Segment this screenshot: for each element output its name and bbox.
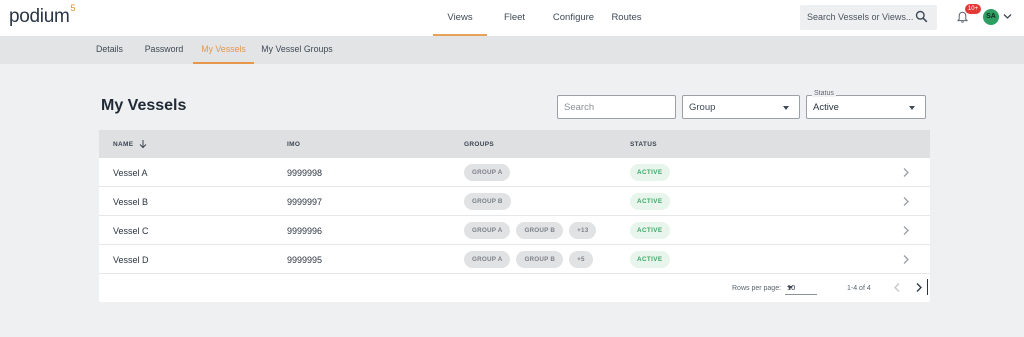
nav-fleet[interactable]: Fleet	[487, 0, 542, 36]
tab-my-vessel-groups[interactable]: My Vessel Groups	[259, 36, 335, 64]
table-row[interactable]: Vessel B 9999997 GROUP B ACTIVE	[99, 187, 930, 216]
vessel-name: Vessel B	[113, 197, 149, 207]
search-icon[interactable]	[915, 10, 928, 23]
table-row[interactable]: Vessel D 9999995 GROUP A GROUP B +5 ACTI…	[99, 245, 930, 274]
status-select-label: Status	[812, 90, 836, 97]
global-search-input[interactable]: Search Vessels or Views...	[800, 5, 937, 30]
status-select-value: Active	[813, 102, 839, 113]
search-input[interactable]: Search	[557, 95, 676, 119]
status-badge: ACTIVE	[630, 222, 670, 239]
dropdown-arrow-icon	[783, 106, 789, 110]
vessel-imo: 9999998	[287, 168, 323, 178]
status-badge: ACTIVE	[630, 251, 670, 268]
column-header-groups: GROUPS	[464, 141, 494, 148]
table-row[interactable]: Vessel A 9999998 GROUP A ACTIVE	[99, 158, 930, 187]
vessel-groups: GROUP A GROUP B +5	[464, 251, 593, 268]
group-placeholder: Group	[689, 102, 716, 113]
group-chip: GROUP A	[464, 164, 511, 181]
sort-arrow-down-icon[interactable]	[139, 139, 147, 149]
status-badge: ACTIVE	[630, 193, 670, 210]
nav-routes[interactable]: Routes	[605, 0, 648, 36]
vessel-imo: 9999997	[287, 197, 323, 207]
notification-badge: 10+	[965, 4, 981, 14]
chevron-right-icon[interactable]	[902, 225, 910, 236]
previous-page-icon[interactable]	[893, 282, 901, 293]
vessel-imo: 9999996	[287, 226, 323, 236]
group-select[interactable]: Group	[682, 95, 800, 119]
group-chip: GROUP A	[464, 251, 511, 268]
vessel-groups: GROUP B	[464, 193, 511, 210]
search-placeholder: Search	[564, 102, 595, 113]
main-nav: Views Fleet Configure Routes	[433, 0, 648, 36]
tab-my-vessels[interactable]: My Vessels	[193, 36, 254, 64]
rows-per-page-label: Rows per page:	[732, 285, 782, 292]
top-bar: podium5 Views Fleet Configure Routes Sea…	[0, 0, 1024, 36]
vessel-name: Vessel D	[113, 255, 149, 265]
more-groups-chip[interactable]: +13	[569, 222, 597, 239]
chevron-right-icon[interactable]	[902, 196, 910, 207]
logo-text: podium	[9, 6, 70, 27]
table-header: NAME IMO GROUPS STATUS	[99, 130, 930, 158]
column-header-status: STATUS	[630, 141, 657, 148]
vessels-table: NAME IMO GROUPS STATUS Vessel A 9999998 …	[99, 130, 930, 302]
dropdown-arrow-icon	[787, 286, 793, 289]
next-page-icon[interactable]	[915, 282, 923, 293]
vessel-name: Vessel C	[113, 226, 149, 236]
chevron-right-icon[interactable]	[902, 254, 910, 265]
table-row[interactable]: Vessel C 9999996 GROUP A GROUP B +13 ACT…	[99, 216, 930, 245]
global-search-placeholder: Search Vessels or Views...	[807, 12, 914, 22]
vessel-groups: GROUP A GROUP B +13	[464, 222, 597, 239]
group-chip: GROUP A	[464, 222, 511, 239]
group-chip: GROUP B	[516, 251, 564, 268]
chevron-right-icon[interactable]	[902, 167, 910, 178]
page-title: My Vessels	[101, 97, 187, 114]
tab-details[interactable]: Details	[88, 36, 131, 64]
nav-configure[interactable]: Configure	[542, 0, 605, 36]
status-select[interactable]: Active	[806, 95, 926, 119]
status-badge: ACTIVE	[630, 164, 670, 181]
user-avatar[interactable]: SA	[983, 9, 999, 25]
column-header-imo: IMO	[287, 141, 301, 148]
scroll-indicator	[927, 279, 928, 295]
dropdown-arrow-icon	[909, 106, 915, 110]
tab-password[interactable]: Password	[140, 36, 188, 64]
app-logo[interactable]: podium5	[9, 2, 76, 28]
pagination-range: 1-4 of 4	[847, 285, 871, 292]
chevron-down-icon[interactable]	[1003, 13, 1012, 20]
column-header-name[interactable]: NAME	[113, 141, 133, 148]
group-chip: GROUP B	[464, 193, 511, 210]
vessel-groups: GROUP A	[464, 164, 511, 181]
logo-superscript: 5	[70, 2, 76, 13]
group-chip: GROUP B	[516, 222, 564, 239]
vessel-imo: 9999995	[287, 255, 323, 265]
rows-per-page-select[interactable]: 10	[785, 279, 817, 295]
vessel-name: Vessel A	[113, 168, 148, 178]
more-groups-chip[interactable]: +5	[569, 251, 593, 268]
nav-views[interactable]: Views	[433, 0, 487, 36]
account-subnav: Details Password My Vessels My Vessel Gr…	[0, 36, 1024, 64]
